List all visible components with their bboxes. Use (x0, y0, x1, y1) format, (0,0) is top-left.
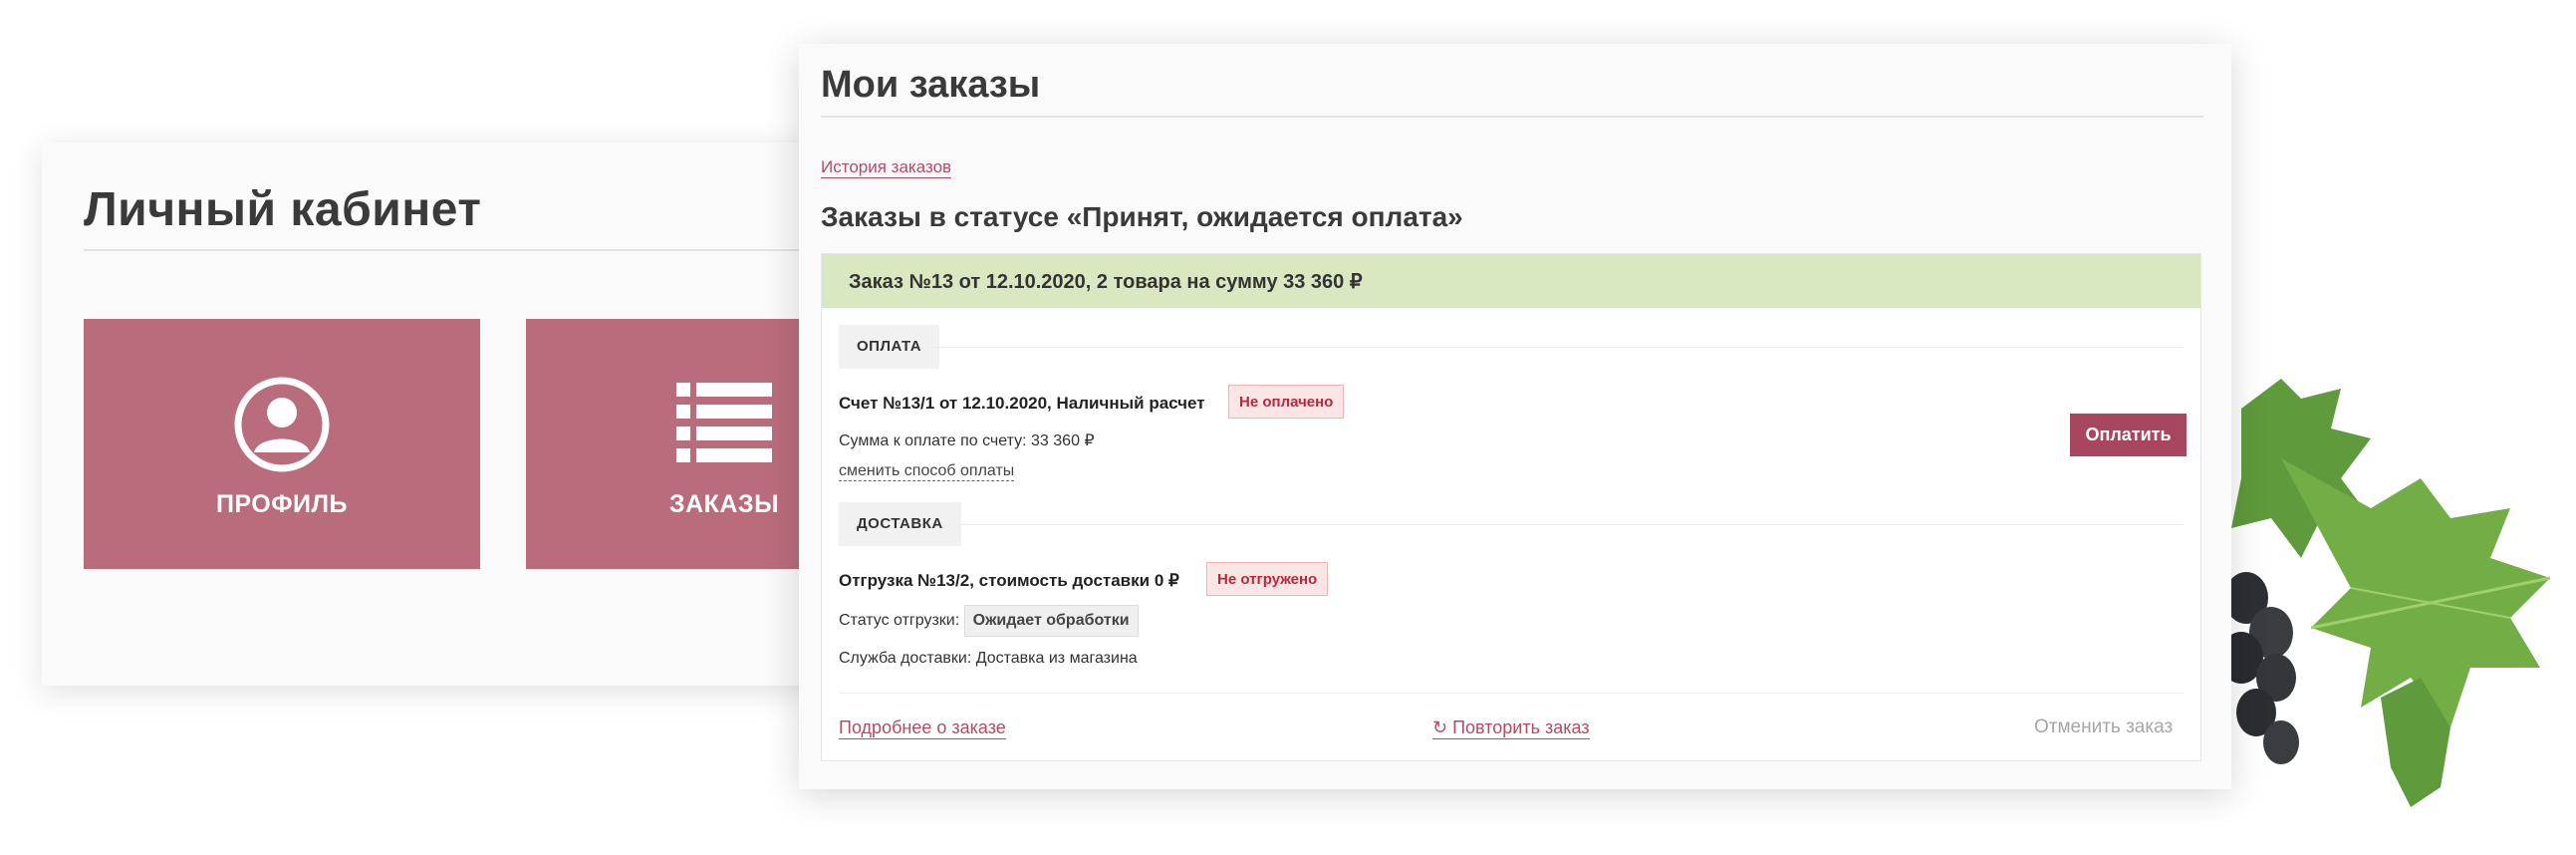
shipment-status-label: Статус отгрузки: (839, 612, 960, 629)
payment-status-badge: Не оплачено (1228, 385, 1345, 419)
repeat-order-link[interactable]: ↻ Повторить заказ (1432, 716, 1590, 739)
change-payment-method-link[interactable]: сменить способ оплаты (839, 462, 1015, 481)
cabinet-divider (84, 249, 859, 251)
pay-button[interactable]: Оплатить (2070, 414, 2187, 456)
payment-section-divider (934, 347, 2184, 348)
shipment-status-value: Ожидает обработки (963, 605, 1139, 637)
order-card: Заказ №13 от 12.10.2020, 2 товара на сум… (821, 253, 2201, 761)
shipment-text: Отгрузка №13/2, стоимость доставки 0 ₽ (839, 571, 1179, 590)
refresh-icon: ↻ (1432, 717, 1448, 737)
order-details-link[interactable]: Подробнее о заказе (839, 716, 1006, 739)
repeat-order-label: Повторить заказ (1452, 717, 1590, 737)
invoice-text: Счет №13/1 от 12.10.2020, Наличный расче… (839, 394, 1205, 413)
user-profile-icon (234, 377, 330, 472)
order-header-text: Заказ №13 от 12.10.2020, 2 товара на сум… (849, 271, 1363, 293)
my-orders-card: Мои заказы История заказов Заказы в стат… (799, 44, 2231, 789)
cancel-order-link[interactable]: Отменить заказ (2034, 716, 2173, 738)
order-history-link[interactable]: История заказов (821, 157, 952, 178)
grape-leaves-decoration (2221, 379, 2551, 807)
orders-page-title: Мои заказы (821, 64, 1041, 106)
profile-tile[interactable]: ПРОФИЛЬ (84, 319, 480, 569)
shipment-status-row: Статус отгрузки: Ожидает обработки (839, 605, 1139, 637)
shipment-status-badge: Не отгружено (1206, 562, 1329, 596)
order-header: Заказ №13 от 12.10.2020, 2 товара на сум… (822, 254, 2200, 308)
profile-tile-label: ПРОФИЛЬ (215, 490, 349, 518)
cabinet-title: Личный кабинет (84, 183, 482, 236)
delivery-service-text: Служба доставки: Доставка из магазина (839, 650, 1138, 667)
amount-due-text: Сумма к оплате по счету: 33 360 ₽ (839, 432, 1095, 449)
order-footer-divider (839, 693, 2184, 694)
delivery-section-divider (959, 524, 2184, 525)
payment-section-label: ОПЛАТА (839, 325, 940, 369)
orders-divider (821, 116, 2203, 118)
personal-cabinet-card: Личный кабинет ПРОФИЛЬ ЗАКАЗЫ (42, 142, 922, 686)
orders-list-icon (676, 383, 772, 462)
delivery-section-label: ДОСТАВКА (839, 502, 961, 546)
status-heading: Заказы в статусе «Принят, ожидается опла… (821, 201, 1463, 232)
